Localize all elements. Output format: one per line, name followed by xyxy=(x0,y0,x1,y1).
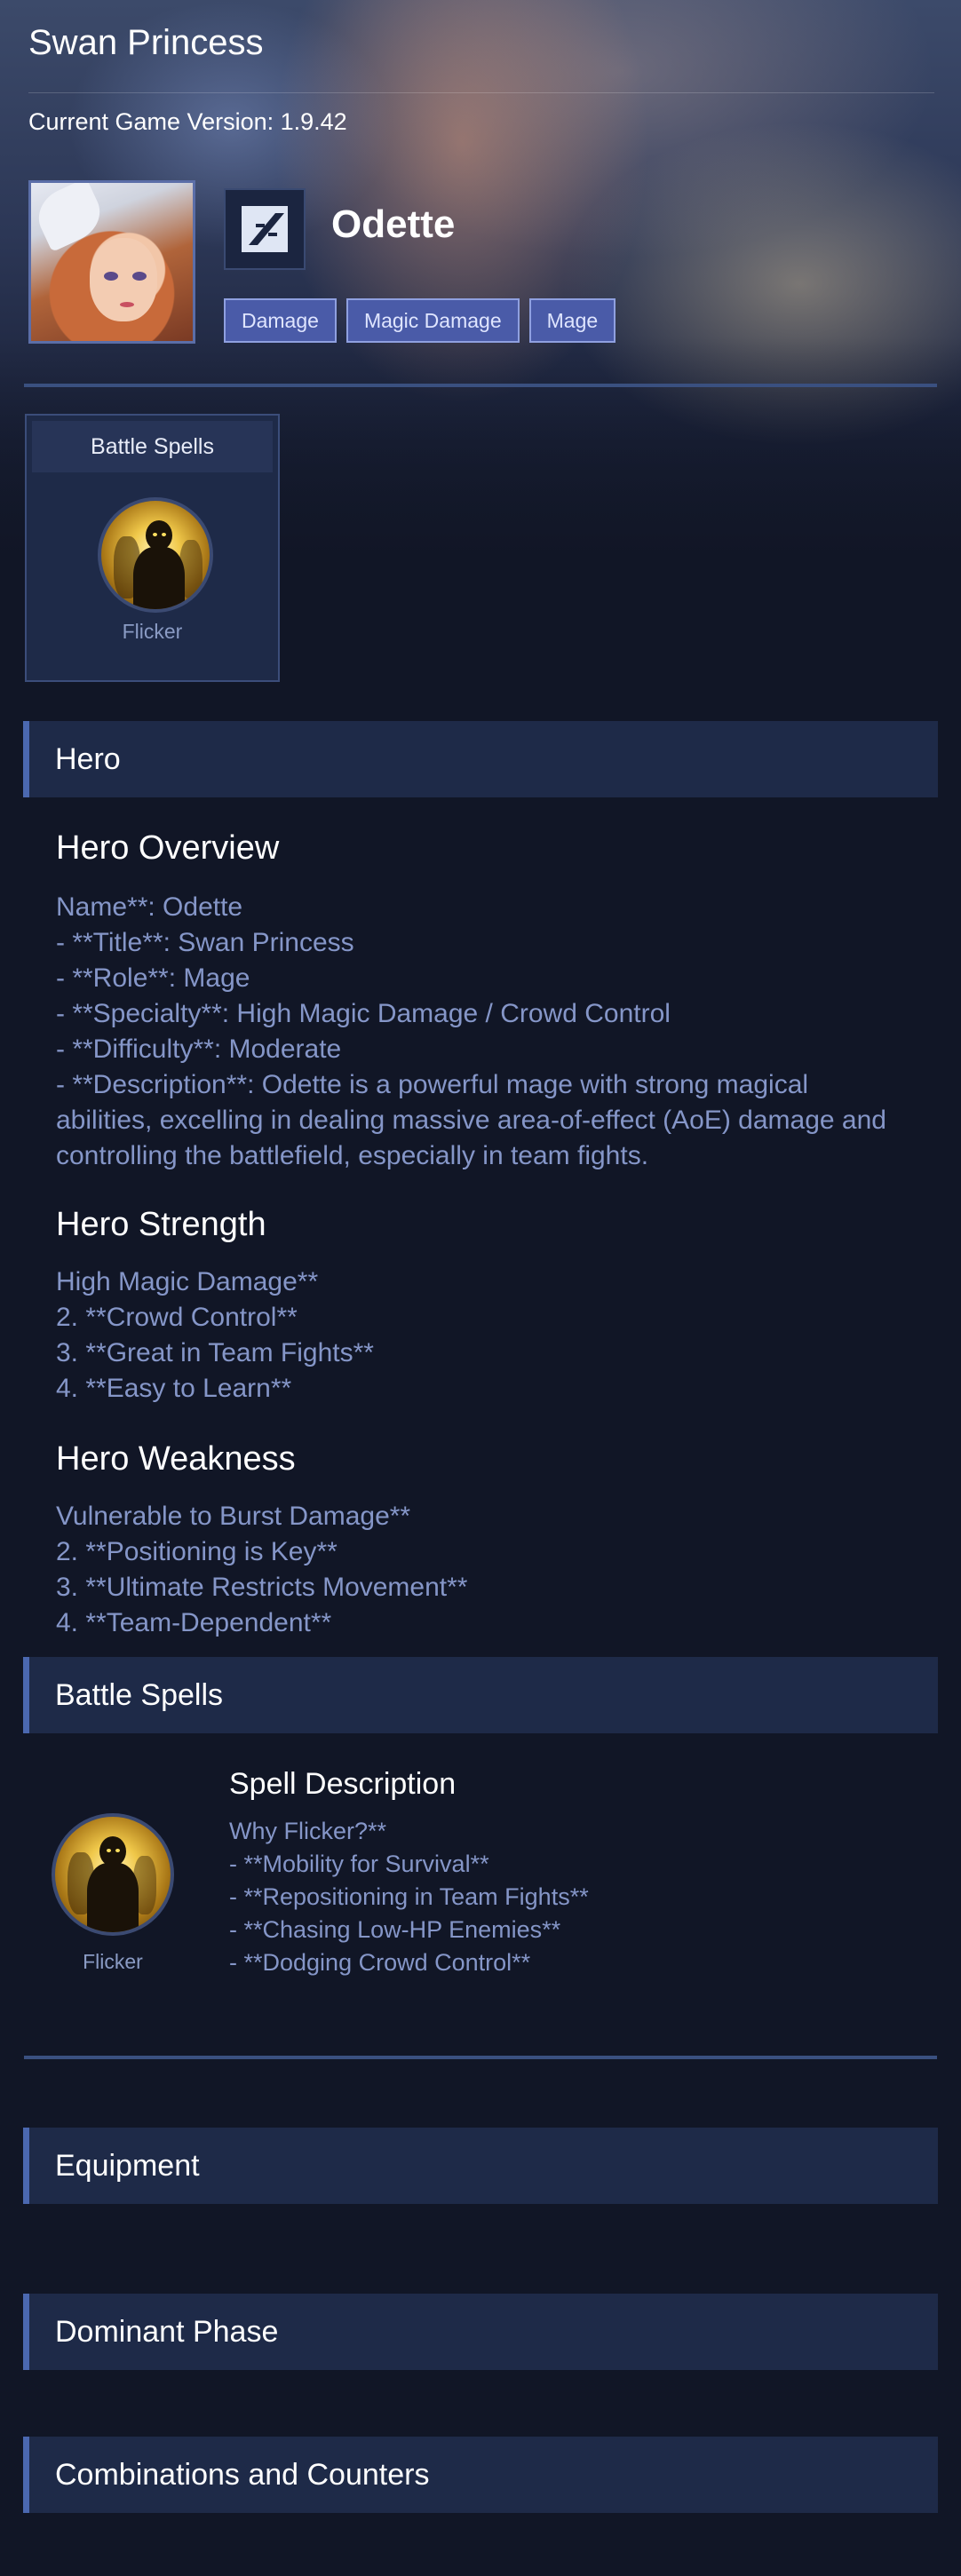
flicker-icon xyxy=(52,1813,174,1936)
hero-portrait xyxy=(28,180,195,344)
flicker-icon xyxy=(98,497,213,613)
spell-description-text: Why Flicker?** - **Mobility for Survival… xyxy=(229,1818,589,1976)
hero-strength-text: High Magic Damage** 2. **Crowd Control**… xyxy=(56,1267,374,1403)
battle-spell-name: Flicker xyxy=(122,620,183,643)
section-hero[interactable]: Hero xyxy=(23,721,938,797)
hero-overview-text: Name**: Odette - **Title**: Swan Princes… xyxy=(56,892,886,1170)
section-dominant-phase[interactable]: Dominant Phase xyxy=(23,2294,938,2370)
header-divider xyxy=(24,384,937,387)
hero-weakness-text: Vulnerable to Burst Damage** 2. **Positi… xyxy=(56,1502,468,1637)
mage-role-glyph xyxy=(242,206,288,252)
battle-spells-divider xyxy=(24,2056,937,2059)
spell-description-title: Spell Description xyxy=(229,1767,457,1801)
portrait-eye xyxy=(104,272,118,281)
tag-magic-damage: Magic Damage xyxy=(345,298,520,343)
page-title: Swan Princess xyxy=(28,23,264,62)
hero-overview-title: Hero Overview xyxy=(56,829,280,867)
portrait-wing xyxy=(31,183,109,252)
portrait-lips xyxy=(120,302,134,307)
tag-mage: Mage xyxy=(528,298,616,343)
hero-strength-title: Hero Strength xyxy=(56,1206,266,1243)
game-version: Current Game Version: 1.9.42 xyxy=(28,108,347,135)
portrait-face xyxy=(90,238,157,321)
section-battle-spells[interactable]: Battle Spells xyxy=(23,1657,938,1733)
hero-name: Odette xyxy=(331,202,456,246)
battle-spell-name: Flicker xyxy=(83,1950,143,1973)
battle-spells-card[interactable]: Battle Spells Flicker xyxy=(25,414,280,682)
section-combinations-and-counters[interactable]: Combinations and Counters xyxy=(23,2437,938,2513)
title-divider xyxy=(28,92,934,93)
hero-tags: Damage Magic Damage Mage xyxy=(224,298,616,343)
hero-weakness-title: Hero Weakness xyxy=(56,1440,296,1478)
portrait-eye xyxy=(132,272,147,281)
tag-damage: Damage xyxy=(224,298,337,343)
battle-spells-card-title: Battle Spells xyxy=(32,421,273,472)
mage-role-icon xyxy=(224,188,306,270)
section-equipment[interactable]: Equipment xyxy=(23,2128,938,2204)
